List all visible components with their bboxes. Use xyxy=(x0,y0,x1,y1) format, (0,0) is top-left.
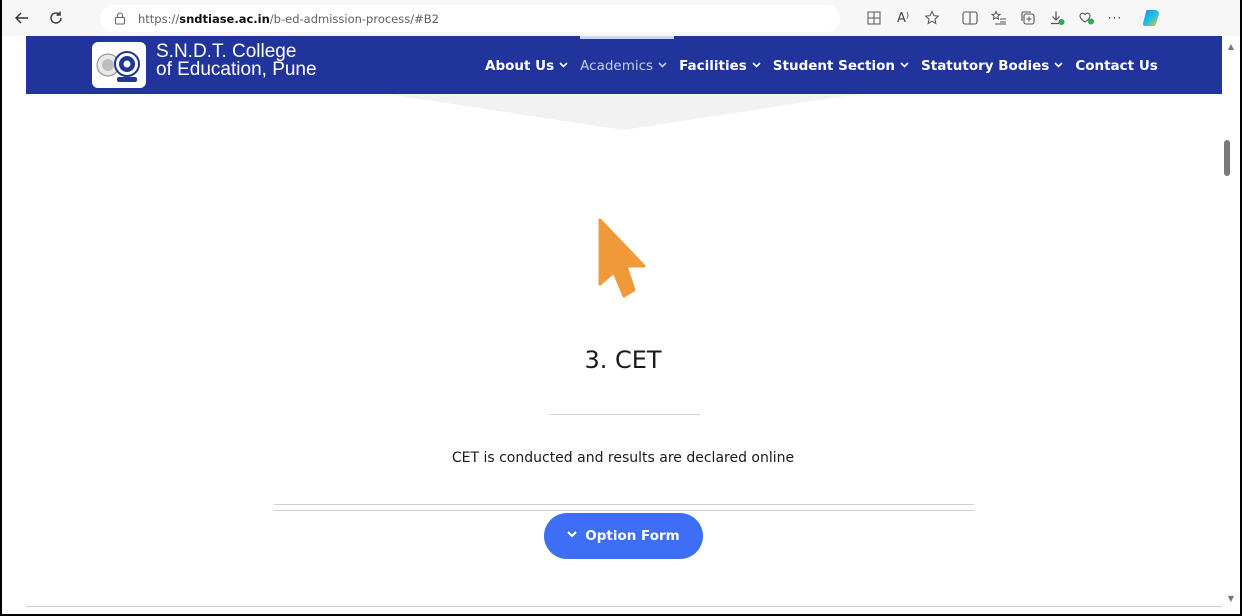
menu-item-about-us[interactable]: About Us xyxy=(485,58,568,74)
content-bottom-edge xyxy=(26,606,1222,607)
title-divider xyxy=(549,414,700,415)
apps-icon[interactable] xyxy=(862,6,886,30)
option-form-button[interactable]: Option Form xyxy=(544,513,703,559)
menu-item-student-section[interactable]: Student Section xyxy=(773,58,909,74)
address-bar[interactable]: https://sndtiase.ac.in/b-ed-admission-pr… xyxy=(100,5,840,32)
favorite-icon[interactable] xyxy=(920,6,944,30)
college-logo[interactable] xyxy=(92,42,146,88)
site-header: S.N.D.T. College of Education, Pune Abou… xyxy=(26,36,1222,94)
step-title: 3. CET xyxy=(584,346,662,374)
scroll-down-icon[interactable]: ▼ xyxy=(1224,592,1238,604)
chevron-down-icon xyxy=(752,61,761,71)
scroll-up-icon[interactable]: ▲ xyxy=(1224,40,1238,52)
active-menu-indicator xyxy=(580,36,674,39)
read-aloud-icon[interactable]: A⁾ xyxy=(891,6,915,30)
url-prefix: https:// xyxy=(138,11,180,26)
chevron-down-icon xyxy=(1054,61,1063,71)
accordion-divider-top xyxy=(274,504,974,505)
split-screen-icon[interactable] xyxy=(958,6,982,30)
scrollbar-thumb[interactable] xyxy=(1224,140,1230,176)
menu-item-label: Facilities xyxy=(679,58,747,74)
brand-line-2: of Education, Pune xyxy=(156,59,317,80)
extensions-icon[interactable] xyxy=(1074,6,1098,30)
brand-name[interactable]: S.N.D.T. College of Education, Pune xyxy=(156,42,317,80)
browser-toolbar: https://sndtiase.ac.in/b-ed-admission-pr… xyxy=(2,0,1240,36)
header-wedge-decoration xyxy=(387,94,859,130)
browser-window: https://sndtiase.ac.in/b-ed-admission-pr… xyxy=(0,0,1242,616)
lock-icon[interactable] xyxy=(112,11,128,27)
accordion-divider-bottom xyxy=(274,510,974,511)
cursor-click-icon xyxy=(598,218,646,298)
option-form-label: Option Form xyxy=(585,528,680,544)
chevron-down-icon xyxy=(900,61,909,71)
url-domain: sndtiase.ac.in xyxy=(179,11,270,26)
menu-item-label: Academics xyxy=(580,58,654,74)
menu-item-label: Contact Us xyxy=(1075,58,1158,74)
menu-item-label: Student Section xyxy=(772,58,896,74)
menu-item-label: Statutory Bodies xyxy=(921,58,1050,74)
copilot-icon[interactable] xyxy=(1139,6,1163,30)
collections-icon[interactable] xyxy=(1016,6,1040,30)
favorites-list-icon[interactable] xyxy=(987,6,1011,30)
url-text: https://sndtiase.ac.in/b-ed-admission-pr… xyxy=(138,12,439,26)
refresh-icon[interactable] xyxy=(44,6,68,30)
chevron-down-icon xyxy=(567,531,577,541)
menu-item-label: About Us xyxy=(485,58,555,74)
step-description: CET is conducted and results are declare… xyxy=(451,450,795,466)
chevron-down-icon xyxy=(559,61,568,71)
url-path: /b-ed-admission-process/#B2 xyxy=(269,11,439,26)
page-scrollbar[interactable] xyxy=(1222,36,1240,614)
downloads-icon[interactable] xyxy=(1045,6,1069,30)
menu-item-facilities[interactable]: Facilities xyxy=(679,58,761,74)
more-icon[interactable]: ··· xyxy=(1103,6,1127,30)
main-menu: About Us Academics Facilities Student Se… xyxy=(485,58,1170,74)
chevron-down-icon xyxy=(658,61,667,71)
menu-item-academics[interactable]: Academics xyxy=(580,58,667,74)
menu-item-contact-us[interactable]: Contact Us xyxy=(1075,58,1158,74)
back-icon[interactable] xyxy=(10,6,34,30)
menu-item-statutory-bodies[interactable]: Statutory Bodies xyxy=(921,58,1063,74)
